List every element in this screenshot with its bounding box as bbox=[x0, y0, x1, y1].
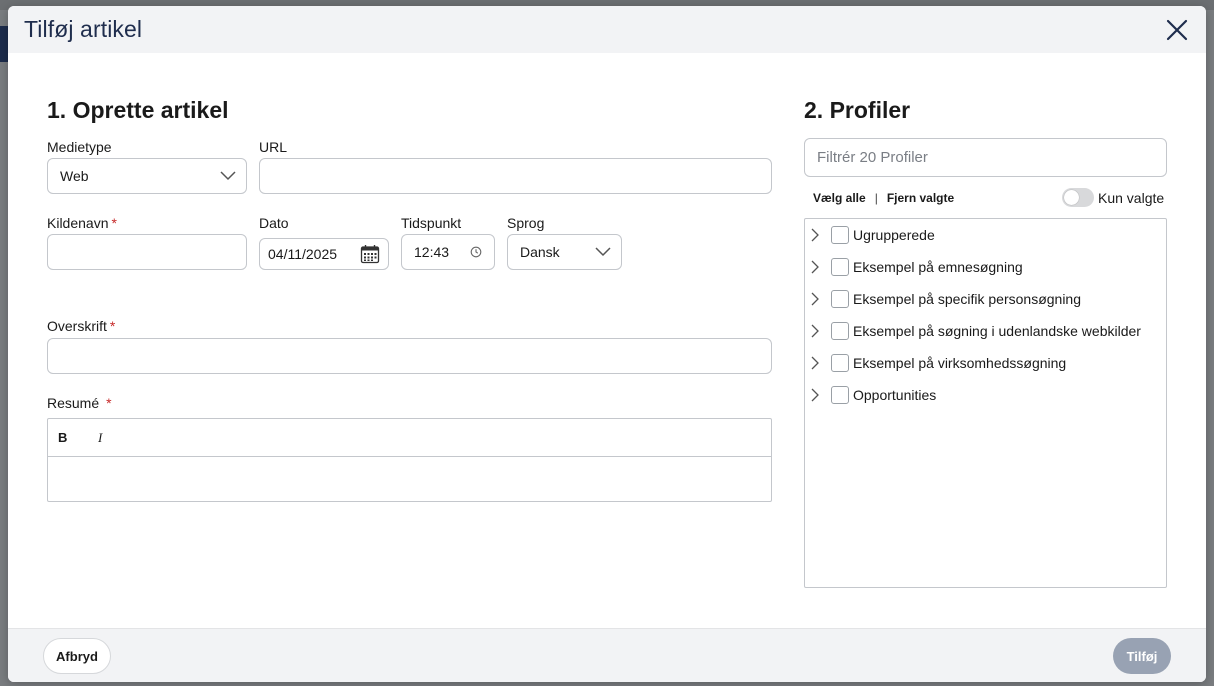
sprog-label: Sprog bbox=[507, 215, 545, 231]
medietype-value: Web bbox=[60, 168, 89, 184]
checkbox[interactable] bbox=[831, 226, 849, 244]
kildenavn-input[interactable] bbox=[47, 234, 247, 270]
background-navbar bbox=[0, 26, 8, 62]
add-button[interactable]: Tilføj bbox=[1113, 638, 1171, 674]
chevron-right-icon[interactable] bbox=[811, 259, 823, 275]
tree-item-opportunities: Opportunities bbox=[805, 379, 1166, 411]
overskrift-input[interactable] bbox=[47, 338, 772, 374]
medietype-label: Medietype bbox=[47, 139, 112, 155]
editor-toolbar: B I bbox=[48, 419, 771, 457]
dato-value: 04/11/2025 bbox=[268, 246, 338, 262]
profiles-tree: Ugrupperede Eksempel på emnesøgning Ekse… bbox=[804, 218, 1167, 588]
checkbox[interactable] bbox=[831, 322, 849, 340]
modal-title: Tilføj artikel bbox=[24, 16, 143, 42]
create-section-title: 1. Oprette artikel bbox=[47, 97, 229, 123]
resume-editor: B I bbox=[47, 418, 772, 502]
separator: | bbox=[874, 191, 878, 205]
profiles-filter-input[interactable] bbox=[817, 149, 1154, 166]
tree-item-label: Eksempel på søgning i udenlandske webkil… bbox=[853, 323, 1141, 339]
tree-item-virksomhedssogning: Eksempel på virksomhedssøgning bbox=[805, 347, 1166, 379]
chevron-right-icon[interactable] bbox=[811, 355, 823, 371]
toggle-knob bbox=[1064, 190, 1079, 205]
required-marker: * bbox=[106, 395, 112, 411]
dato-label: Dato bbox=[259, 215, 289, 231]
checkbox[interactable] bbox=[831, 290, 849, 308]
tree-item-personsogning: Eksempel på specifik personsøgning bbox=[805, 283, 1166, 315]
tidspunkt-label: Tidspunkt bbox=[401, 215, 462, 231]
url-input[interactable] bbox=[259, 158, 772, 194]
chevron-right-icon[interactable] bbox=[811, 227, 823, 243]
close-icon bbox=[1166, 19, 1188, 40]
required-marker: * bbox=[109, 318, 116, 334]
tidspunkt-value: 12:43 bbox=[414, 244, 450, 260]
chevron-right-icon[interactable] bbox=[811, 291, 823, 307]
chevron-down-icon bbox=[220, 171, 236, 181]
resume-text-area[interactable] bbox=[48, 457, 771, 501]
resume-label: Resumé * bbox=[47, 395, 112, 411]
clock-icon[interactable] bbox=[470, 246, 482, 258]
chevron-down-icon bbox=[595, 247, 611, 257]
add-article-modal: Tilføj artikel 1. Oprette artikel Mediet… bbox=[8, 6, 1206, 682]
sprog-select[interactable]: Dansk bbox=[507, 234, 622, 270]
italic-button[interactable]: I bbox=[98, 430, 138, 446]
medietype-select[interactable]: Web bbox=[47, 158, 247, 194]
tree-item-ugrupperede: Ugrupperede bbox=[805, 219, 1166, 251]
calendar-icon[interactable] bbox=[360, 244, 380, 264]
tree-item-udenlandske-webkilder: Eksempel på søgning i udenlandske webkil… bbox=[805, 315, 1166, 347]
checkbox[interactable] bbox=[831, 386, 849, 404]
checkbox[interactable] bbox=[831, 354, 849, 372]
dato-input[interactable]: 04/11/2025 bbox=[259, 238, 389, 270]
only-selected-toggle[interactable] bbox=[1062, 188, 1094, 207]
modal-header: Tilføj artikel bbox=[8, 6, 1206, 53]
cancel-button[interactable]: Afbryd bbox=[43, 638, 111, 674]
bold-button[interactable]: B bbox=[58, 430, 98, 445]
url-label: URL bbox=[259, 139, 288, 155]
profiles-filter-box bbox=[804, 138, 1167, 177]
select-all-link[interactable]: Vælg alle bbox=[813, 191, 866, 205]
tree-item-label: Opportunities bbox=[853, 387, 937, 403]
sprog-value: Dansk bbox=[520, 244, 560, 260]
profiles-section-title: 2. Profiler bbox=[804, 97, 911, 123]
tree-item-emnesogning: Eksempel på emnesøgning bbox=[805, 251, 1166, 283]
kildenavn-label: Kildenavn * bbox=[47, 215, 117, 231]
close-button[interactable] bbox=[1164, 17, 1190, 43]
tree-item-label: Eksempel på emnesøgning bbox=[853, 259, 1023, 275]
clear-selected-link[interactable]: Fjern valgte bbox=[887, 191, 954, 205]
chevron-right-icon[interactable] bbox=[811, 387, 823, 403]
tidspunkt-input[interactable]: 12:43 bbox=[401, 234, 495, 270]
tree-item-label: Eksempel på specifik personsøgning bbox=[853, 291, 1082, 307]
tree-item-label: Ugrupperede bbox=[853, 227, 935, 243]
profiles-actions: Vælg alle | Fjern valgte bbox=[813, 191, 954, 205]
checkbox[interactable] bbox=[831, 258, 849, 276]
required-marker: * bbox=[111, 215, 117, 231]
chevron-right-icon[interactable] bbox=[811, 323, 823, 339]
modal-footer: Afbryd Tilføj bbox=[8, 628, 1206, 682]
tree-item-label: Eksempel på virksomhedssøgning bbox=[853, 355, 1067, 371]
only-selected-toggle-wrap: Kun valgte bbox=[1062, 188, 1164, 207]
overskrift-label: Overskrift * bbox=[47, 318, 116, 334]
only-selected-label: Kun valgte bbox=[1098, 189, 1165, 206]
